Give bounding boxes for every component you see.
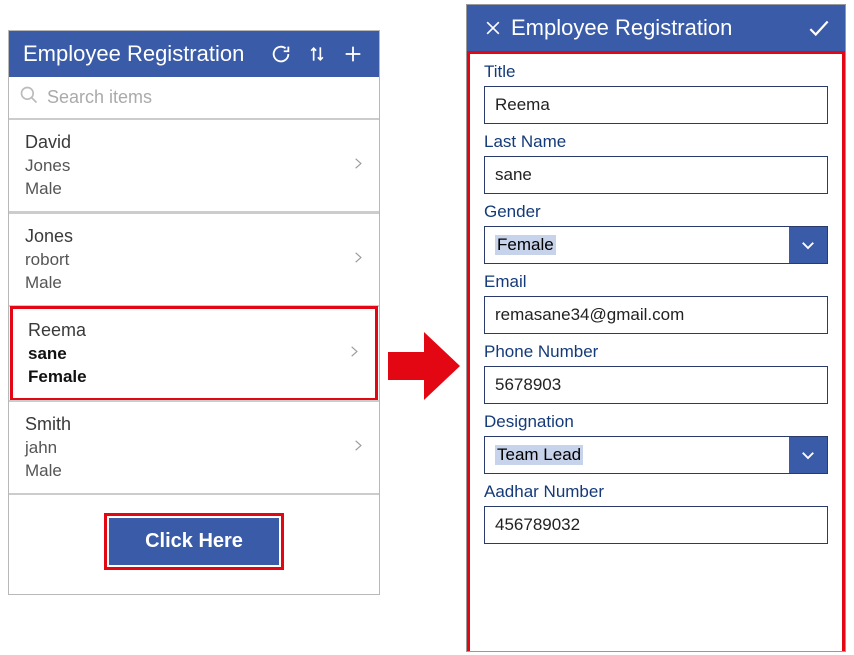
refresh-icon[interactable]: [263, 36, 299, 72]
sort-icon[interactable]: [299, 36, 335, 72]
list-item[interactable]: SmithjahnMale: [9, 400, 379, 495]
click-here-button[interactable]: Click Here: [109, 518, 279, 565]
designation-select[interactable]: Team Lead: [484, 436, 828, 474]
item-first-name: David: [25, 130, 339, 155]
designation-label: Designation: [484, 412, 828, 432]
chevron-right-icon: [351, 247, 365, 272]
item-gender: Male: [25, 460, 339, 483]
search-icon: [19, 85, 39, 110]
employee-list: DavidJonesMaleJonesrobortMaleReemasaneFe…: [9, 118, 379, 495]
list-item[interactable]: ReemasaneFemale: [10, 306, 378, 401]
item-last-name: robort: [25, 249, 339, 272]
item-first-name: Smith: [25, 412, 339, 437]
click-here-highlight: Click Here: [104, 513, 284, 570]
form-title: Employee Registration: [511, 15, 732, 41]
phone-field[interactable]: [484, 366, 828, 404]
gender-label: Gender: [484, 202, 828, 222]
list-footer: Click Here: [9, 495, 379, 594]
confirm-icon[interactable]: [801, 10, 837, 46]
search-input[interactable]: [39, 87, 369, 108]
email-label: Email: [484, 272, 828, 292]
chevron-right-icon: [351, 435, 365, 460]
chevron-right-icon: [351, 153, 365, 178]
add-icon[interactable]: [335, 36, 371, 72]
arrow-right-icon: [388, 324, 462, 413]
close-icon[interactable]: [475, 10, 511, 46]
list-header: Employee Registration: [9, 31, 379, 77]
item-first-name: Jones: [25, 224, 339, 249]
chevron-down-icon: [789, 227, 827, 263]
list-item[interactable]: DavidJonesMale: [9, 118, 379, 213]
designation-value: Team Lead: [495, 445, 583, 465]
aadhar-label: Aadhar Number: [484, 482, 828, 502]
form-body: Title Last Name Gender Female Email Phon…: [467, 51, 845, 651]
item-gender: Male: [25, 178, 339, 201]
gender-value: Female: [495, 235, 556, 255]
title-field[interactable]: [484, 86, 828, 124]
list-item[interactable]: JonesrobortMale: [9, 212, 379, 307]
email-field[interactable]: [484, 296, 828, 334]
title-label: Title: [484, 62, 828, 82]
employee-list-panel: Employee Registration DavidJonesMaleJone…: [8, 30, 380, 595]
form-header: Employee Registration: [467, 5, 845, 51]
list-title: Employee Registration: [23, 41, 244, 67]
phone-label: Phone Number: [484, 342, 828, 362]
lastname-field[interactable]: [484, 156, 828, 194]
item-last-name: Jones: [25, 155, 339, 178]
chevron-down-icon: [789, 437, 827, 473]
search-bar[interactable]: [9, 77, 379, 119]
item-last-name: sane: [28, 343, 336, 366]
item-gender: Male: [25, 272, 339, 295]
chevron-right-icon: [347, 341, 361, 366]
item-first-name: Reema: [28, 318, 336, 343]
item-gender: Female: [28, 366, 336, 389]
aadhar-field[interactable]: [484, 506, 828, 544]
gender-select[interactable]: Female: [484, 226, 828, 264]
item-last-name: jahn: [25, 437, 339, 460]
lastname-label: Last Name: [484, 132, 828, 152]
employee-form-panel: Employee Registration Title Last Name Ge…: [466, 4, 846, 652]
